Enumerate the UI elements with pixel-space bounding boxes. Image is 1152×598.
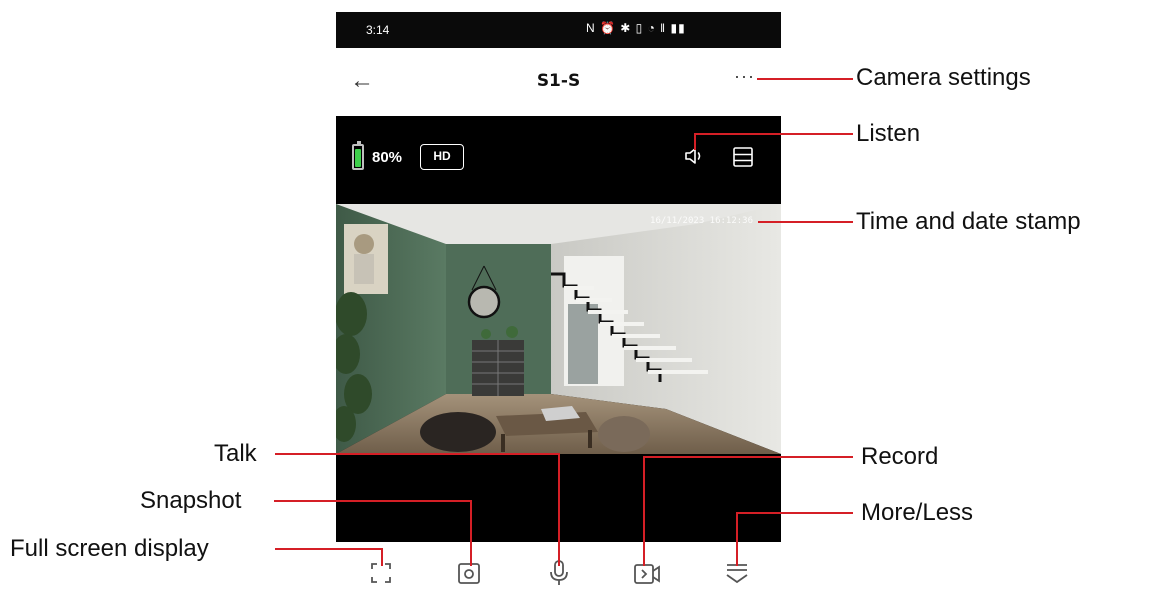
- label-record: Record: [861, 443, 939, 470]
- callout-line-listen: [694, 133, 696, 150]
- callout-line-snapshot-v: [470, 500, 472, 566]
- callout-line-time-date: [758, 221, 853, 223]
- top-nav: ← S1-S ···: [336, 62, 781, 106]
- status-time: 3:14: [366, 23, 390, 37]
- more-options-icon[interactable]: ···: [734, 66, 755, 87]
- callout-line-record-h: [643, 456, 853, 458]
- label-full-screen-display: Full screen display: [10, 535, 209, 562]
- label-camera-settings: Camera settings: [856, 64, 1031, 91]
- status-bar: 3:14 N ⏰ ✱ ▯ ◔ ‖ ▮▮: [336, 12, 781, 48]
- callout-line-talk-h: [275, 453, 560, 455]
- callout-line-snapshot-h: [274, 500, 472, 502]
- callout-line-listen-h: [694, 133, 853, 135]
- room-image: [336, 204, 781, 454]
- label-more-less: More/Less: [861, 499, 974, 526]
- label-talk: Talk: [214, 440, 257, 467]
- battery-icon: [352, 141, 364, 170]
- callout-line-more-h: [736, 512, 853, 514]
- video-record-icon[interactable]: [632, 558, 662, 588]
- video-timestamp: 16/11/2023 16:12:36: [650, 216, 753, 226]
- battery-level-fill: [355, 149, 361, 167]
- label-snapshot: Snapshot: [140, 487, 242, 514]
- page-title: S1-S: [536, 71, 581, 91]
- callout-line-more-v: [736, 512, 738, 566]
- camera-icon[interactable]: [454, 558, 484, 588]
- callout-line-fullscreen-h: [275, 548, 383, 550]
- callout-line-camera-settings: [757, 78, 853, 80]
- status-icons: N ⏰ ✱ ▯ ◔ ‖ ▮▮: [586, 21, 686, 35]
- battery-percentage: 80%: [372, 149, 403, 166]
- live-video-feed[interactable]: 16/11/2023 16:12:36: [336, 204, 781, 454]
- callout-line-talk-v: [558, 453, 560, 566]
- hd-quality-button[interactable]: HD: [420, 144, 464, 170]
- callout-line-record-v: [643, 456, 645, 566]
- label-time-date-stamp: Time and date stamp: [856, 208, 1081, 235]
- callout-line-fullscreen-v: [381, 548, 383, 566]
- layout-icon[interactable]: [732, 146, 754, 168]
- label-listen: Listen: [856, 120, 921, 147]
